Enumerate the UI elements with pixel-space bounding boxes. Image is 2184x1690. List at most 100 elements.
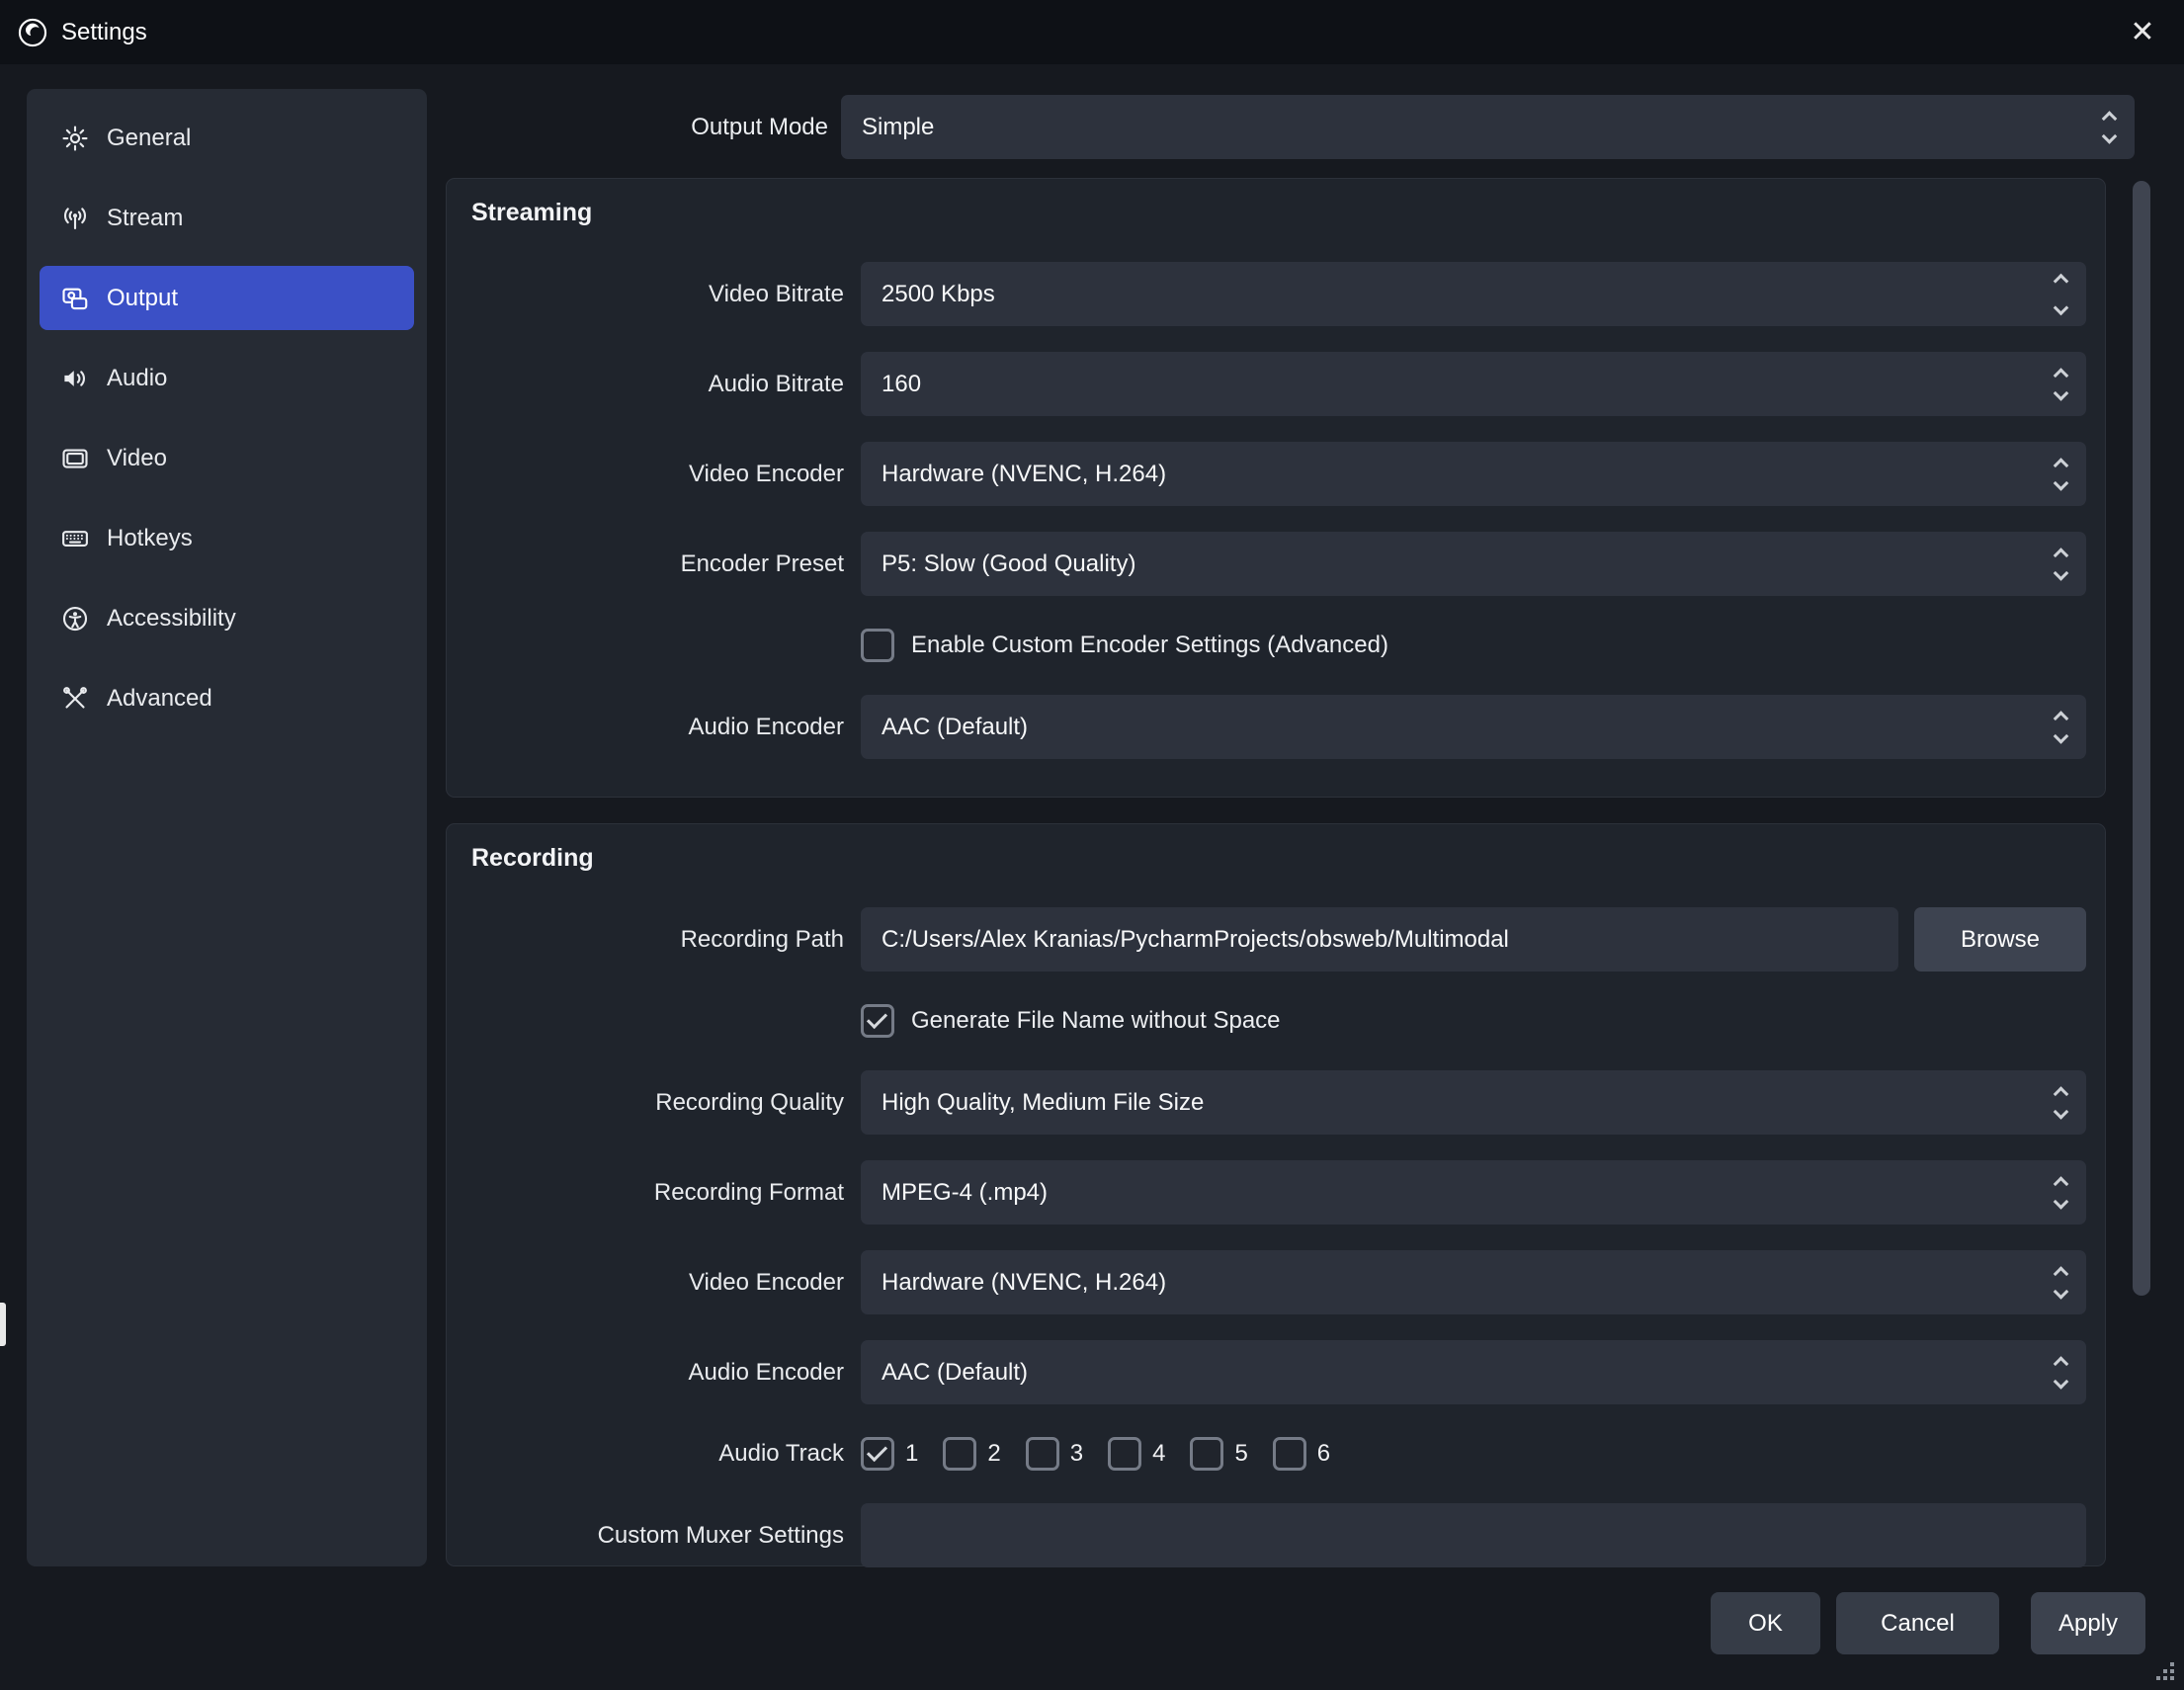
audio-track-6-checkbox[interactable] [1273, 1437, 1306, 1471]
video-bitrate-input[interactable]: 2500 Kbps [861, 262, 2086, 326]
chevron-down-icon[interactable] [2054, 1374, 2069, 1390]
chevron-down-icon[interactable] [2054, 299, 2069, 315]
sidebar-item-advanced[interactable]: Advanced [40, 666, 414, 730]
stepper-icon[interactable] [2104, 113, 2115, 141]
chevron-up-icon[interactable] [2054, 1266, 2069, 1282]
custom-muxer-row: Custom Muxer Settings [462, 1503, 2086, 1567]
audio-track-5: 5 [1190, 1437, 1247, 1471]
output-icon [60, 284, 90, 313]
stream-audio-encoder-row: Audio Encoder AAC (Default) [462, 695, 2086, 759]
recording-audio-encoder-row: Audio Encoder AAC (Default) [462, 1340, 2086, 1404]
stepper-icon[interactable] [2056, 1088, 2066, 1117]
encoder-preset-select[interactable]: P5: Slow (Good Quality) [861, 532, 2086, 596]
chevron-up-icon[interactable] [2054, 368, 2069, 383]
speaker-icon [60, 364, 90, 393]
filename-no-space-checkbox[interactable] [861, 1004, 894, 1038]
vertical-scrollbar[interactable] [2133, 181, 2150, 1296]
recording-video-encoder-select[interactable]: Hardware (NVENC, H.264) [861, 1250, 2086, 1314]
audio-track-4: 4 [1108, 1437, 1165, 1471]
audio-bitrate-select[interactable]: 160 [861, 352, 2086, 416]
recording-quality-select[interactable]: High Quality, Medium File Size [861, 1070, 2086, 1135]
sidebar-item-video[interactable]: Video [40, 426, 414, 490]
chevron-down-icon[interactable] [2054, 1104, 2069, 1120]
settings-sidebar: General Stream Output Audio Video [27, 89, 427, 1566]
audio-track-3-checkbox[interactable] [1026, 1437, 1059, 1471]
audio-track-5-checkbox[interactable] [1190, 1437, 1223, 1471]
audio-track-label: Audio Track [462, 1440, 844, 1468]
stepper-icon[interactable] [2056, 370, 2066, 398]
monitor-icon [60, 444, 90, 473]
stepper-icon[interactable] [2056, 1178, 2066, 1207]
chevron-up-icon[interactable] [2102, 111, 2118, 127]
audio-encoder-label: Audio Encoder [462, 714, 844, 741]
filename-no-space-label: Generate File Name without Space [911, 1007, 1281, 1035]
chevron-down-icon[interactable] [2054, 565, 2069, 581]
output-mode-select[interactable]: Simple [841, 95, 2135, 159]
stream-video-encoder-row: Video Encoder Hardware (NVENC, H.264) [462, 442, 2086, 506]
sidebar-item-hotkeys[interactable]: Hotkeys [40, 506, 414, 570]
audio-track-1: 1 [861, 1437, 918, 1471]
stepper-icon[interactable] [2056, 713, 2066, 741]
stream-video-encoder-select[interactable]: Hardware (NVENC, H.264) [861, 442, 2086, 506]
sidebar-item-output[interactable]: Output [40, 266, 414, 330]
resize-grip-icon[interactable] [2170, 1676, 2174, 1680]
recording-audio-encoder-select[interactable]: AAC (Default) [861, 1340, 2086, 1404]
custom-muxer-input[interactable] [861, 1503, 2086, 1567]
ok-button[interactable]: OK [1711, 1592, 1820, 1654]
broadcast-icon [60, 204, 90, 233]
stepper-icon[interactable] [2056, 549, 2066, 578]
chevron-up-icon[interactable] [2054, 1356, 2069, 1372]
chevron-down-icon[interactable] [2054, 1284, 2069, 1300]
chevron-down-icon[interactable] [2054, 385, 2069, 401]
chevron-up-icon[interactable] [2054, 273, 2069, 289]
custom-encoder-settings-label: Enable Custom Encoder Settings (Advanced… [911, 632, 1388, 659]
chevron-up-icon[interactable] [2054, 548, 2069, 563]
stream-audio-encoder-select[interactable]: AAC (Default) [861, 695, 2086, 759]
cancel-button[interactable]: Cancel [1836, 1592, 1999, 1654]
recording-format-label: Recording Format [462, 1179, 844, 1207]
chevron-down-icon[interactable] [2054, 1194, 2069, 1210]
audio-track-3: 3 [1026, 1437, 1083, 1471]
streaming-section-title: Streaming [471, 199, 592, 227]
chevron-up-icon[interactable] [2054, 1086, 2069, 1102]
chevron-down-icon[interactable] [2054, 475, 2069, 491]
chevron-down-icon[interactable] [2054, 728, 2069, 744]
encoder-preset-label: Encoder Preset [462, 550, 844, 578]
recording-section: Recording Recording Path C:/Users/Alex K… [446, 823, 2106, 1566]
stepper-icon[interactable] [2056, 1358, 2066, 1387]
dialog-footer: OK Cancel Apply [1711, 1592, 2145, 1654]
audio-encoder-label: Audio Encoder [462, 1359, 844, 1387]
keyboard-icon [60, 524, 90, 553]
apply-button[interactable]: Apply [2031, 1592, 2145, 1654]
sidebar-item-accessibility[interactable]: Accessibility [40, 586, 414, 650]
sidebar-item-label: Audio [107, 365, 167, 392]
audio-track-4-checkbox[interactable] [1108, 1437, 1141, 1471]
recording-format-select[interactable]: MPEG-4 (.mp4) [861, 1160, 2086, 1225]
custom-encoder-settings-checkbox[interactable] [861, 629, 894, 662]
chevron-up-icon[interactable] [2054, 711, 2069, 726]
audio-track-1-checkbox[interactable] [861, 1437, 894, 1471]
video-encoder-label: Video Encoder [462, 1269, 844, 1297]
custom-encoder-settings-row: Enable Custom Encoder Settings (Advanced… [462, 622, 2086, 669]
audio-track-2-checkbox[interactable] [943, 1437, 976, 1471]
recording-video-encoder-row: Video Encoder Hardware (NVENC, H.264) [462, 1250, 2086, 1314]
chevron-down-icon[interactable] [2102, 128, 2118, 144]
sidebar-item-label: Accessibility [107, 605, 236, 633]
stepper-icon[interactable] [2056, 460, 2066, 488]
recording-path-input[interactable]: C:/Users/Alex Kranias/PycharmProjects/ob… [861, 907, 1898, 972]
left-edge-artifact [0, 1303, 6, 1346]
stepper-icon[interactable] [2056, 276, 2066, 313]
audio-track-2: 2 [943, 1437, 1000, 1471]
recording-quality-row: Recording Quality High Quality, Medium F… [462, 1070, 2086, 1135]
chevron-up-icon[interactable] [2054, 1176, 2069, 1192]
stepper-icon[interactable] [2056, 1268, 2066, 1297]
chevron-up-icon[interactable] [2054, 458, 2069, 473]
video-bitrate-row: Video Bitrate 2500 Kbps [462, 262, 2086, 326]
browse-button[interactable]: Browse [1914, 907, 2086, 972]
sidebar-item-audio[interactable]: Audio [40, 346, 414, 410]
recording-path-label: Recording Path [462, 926, 844, 954]
accessibility-icon [60, 604, 90, 634]
close-icon[interactable]: ✕ [2115, 0, 2170, 64]
recording-format-row: Recording Format MPEG-4 (.mp4) [462, 1160, 2086, 1225]
sidebar-item-stream[interactable]: Stream [40, 186, 414, 250]
